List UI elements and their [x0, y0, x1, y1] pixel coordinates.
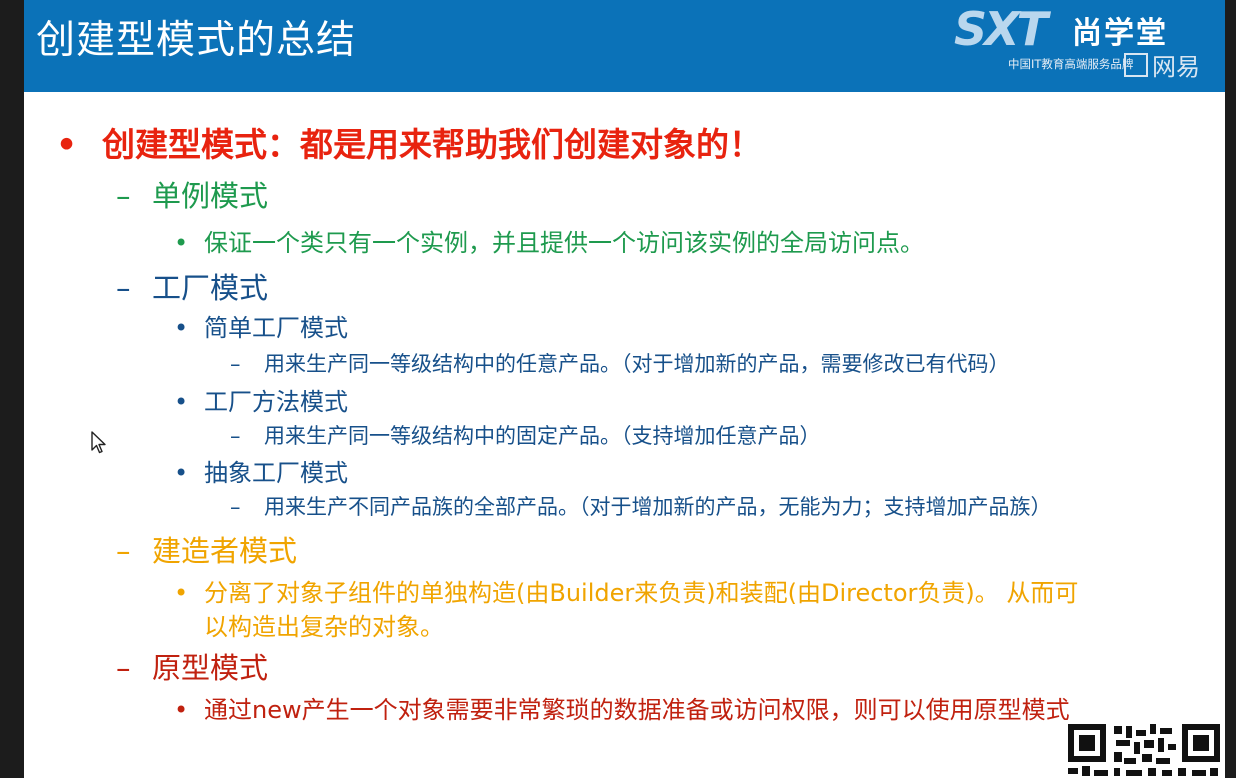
abstract-factory-title: 抽象工厂模式	[204, 459, 348, 487]
builder-title: 建造者模式	[152, 534, 298, 568]
abstract-factory-desc: – 用来生产不同产品族的全部产品。（对于增加新的产品，无能为力；支持增加产品族）	[230, 492, 1052, 522]
slide: 创建型模式的总结 SXT 尚学堂 中国IT教育高端服务品牌 网易 • 创建型模式：…	[24, 0, 1225, 778]
simple-dash: –	[230, 352, 241, 376]
builder-desc-text-2: 以构造出复杂的对象。	[204, 613, 444, 641]
simple-factory-desc: – 用来生产同一等级结构中的任意产品。（对于增加新的产品，需要修改已有代码）	[230, 349, 1010, 379]
simple-factory-desc-text: 用来生产同一等级结构中的任意产品。（对于增加新的产品，需要修改已有代码）	[264, 352, 1010, 376]
factory-method-desc: – 用来生产同一等级结构中的固定产品。（支持增加任意产品）	[230, 421, 821, 451]
logo-tagline: 中国IT教育高端服务品牌	[1008, 57, 1134, 71]
slide-header: 创建型模式的总结 SXT 尚学堂 中国IT教育高端服务品牌 网易	[24, 0, 1225, 92]
factory-title: 工厂模式	[152, 271, 269, 305]
abstract-factory-desc-text: 用来生产不同产品族的全部产品。（对于增加新的产品，无能为力；支持增加产品族）	[264, 495, 1052, 519]
netease-text: 网易	[1152, 53, 1200, 81]
prototype-title: 原型模式	[152, 651, 269, 685]
factory-method-desc-text: 用来生产同一等级结构中的固定产品。（支持增加任意产品）	[264, 424, 821, 448]
singleton-title: 单例模式	[152, 179, 269, 213]
netease-icon	[1124, 53, 1148, 77]
prototype-heading: – 原型模式	[116, 648, 268, 688]
method-dash: –	[230, 424, 241, 448]
singleton-desc: • 保证一个类只有一个实例，并且提供一个访问该实例的全局访问点。	[174, 226, 924, 260]
factory-method-heading: • 工厂方法模式	[174, 385, 348, 419]
builder-desc-line-1: • 分离了对象子组件的单独构造(由Builder来负责)和装配(由Director…	[174, 576, 1078, 610]
netease-watermark: 网易	[1124, 50, 1200, 84]
factory-dash: –	[116, 271, 131, 305]
logo-mark: SXT	[954, 2, 1048, 56]
simple-factory-heading: • 简单工厂模式	[174, 311, 348, 345]
prototype-bullet: •	[174, 696, 189, 724]
singleton-desc-text: 保证一个类只有一个实例，并且提供一个访问该实例的全局访问点。	[204, 229, 924, 257]
factory-method-title: 工厂方法模式	[204, 388, 348, 416]
prototype-dash: –	[116, 651, 131, 685]
qr-code	[1064, 720, 1224, 778]
builder-bullet: •	[174, 579, 189, 607]
prototype-desc: • 通过new产生一个对象需要非常繁琐的数据准备或访问权限，则可以使用原型模式	[174, 693, 1070, 727]
builder-desc-line-2: 以构造出复杂的对象。	[204, 610, 444, 644]
singleton-dash: –	[116, 179, 131, 213]
slide-title: 创建型模式的总结	[36, 18, 357, 63]
main-bullet: •	[56, 125, 78, 164]
mouse-cursor-icon	[91, 431, 106, 454]
factory-heading: – 工厂模式	[116, 268, 268, 308]
logo-name: 尚学堂	[1072, 16, 1168, 51]
abstract-dash: –	[230, 495, 241, 519]
abstract-factory-heading: • 抽象工厂模式	[174, 456, 348, 490]
builder-desc-text-1: 分离了对象子组件的单独构造(由Builder来负责)和装配(由Director负…	[204, 579, 1079, 607]
main-point: • 创建型模式：都是用来帮助我们创建对象的！	[56, 122, 762, 168]
simple-factory-title: 简单工厂模式	[204, 314, 348, 342]
singleton-heading: – 单例模式	[116, 176, 268, 216]
simple-bullet: •	[174, 314, 189, 342]
method-bullet: •	[174, 388, 189, 416]
singleton-bullet: •	[174, 229, 189, 257]
prototype-desc-text: 通过new产生一个对象需要非常繁琐的数据准备或访问权限，则可以使用原型模式	[204, 696, 1070, 724]
abstract-bullet: •	[174, 459, 189, 487]
builder-dash: –	[116, 534, 131, 568]
builder-heading: – 建造者模式	[116, 531, 297, 571]
main-point-text: 创建型模式：都是用来帮助我们创建对象的！	[102, 125, 762, 164]
